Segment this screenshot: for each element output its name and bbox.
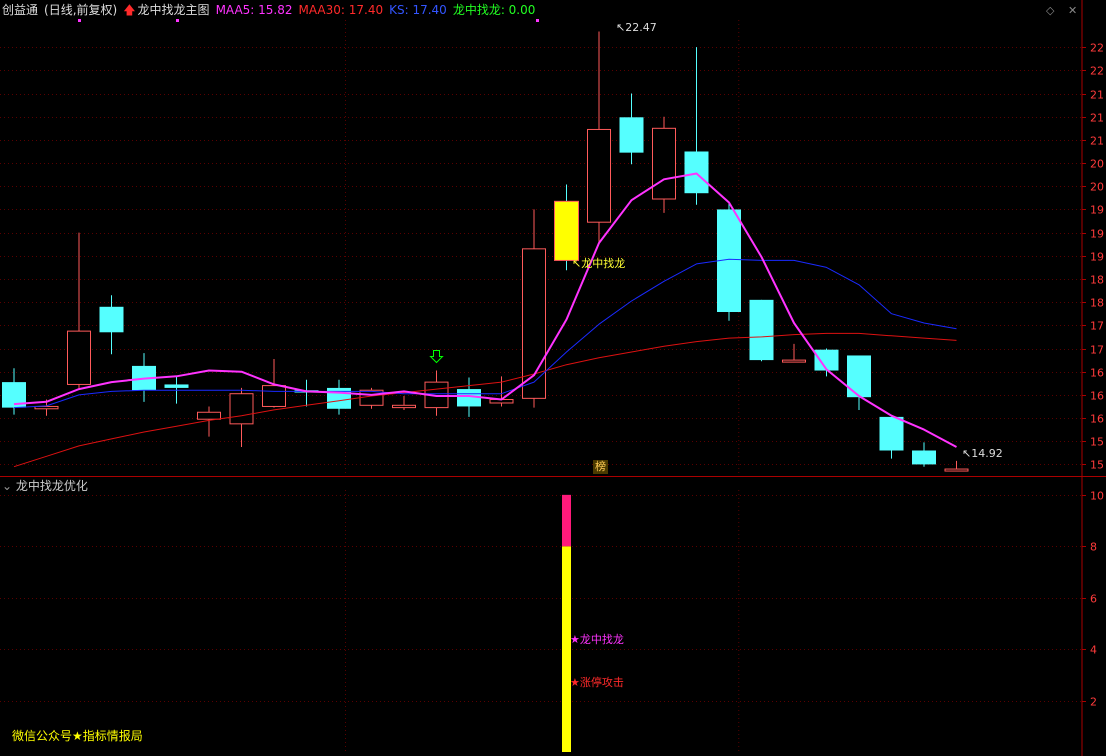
signal-text-label: ↖龙中找龙	[572, 257, 625, 271]
candle-body	[749, 299, 774, 361]
low-price-label: ↖14.92	[962, 447, 1003, 461]
y-tick-label: 2	[1090, 696, 1097, 709]
y-tick-label: 18	[1090, 297, 1104, 310]
arrow-icon: ↖	[572, 257, 582, 270]
limit-up-legend-label: ★涨停攻击	[570, 676, 624, 689]
candle-body	[392, 404, 416, 409]
signal-bar-segment	[562, 494, 571, 547]
y-tick-label: 21	[1090, 112, 1104, 125]
indicator-name: 龙中找龙主图	[137, 3, 210, 17]
stock-name: 创益通	[2, 3, 39, 17]
red-up-arrow-icon: 🡅	[123, 3, 136, 17]
sub-panel-header: ⌄ 龙中找龙优化	[2, 478, 88, 494]
candle-body-highlight	[554, 200, 579, 261]
candle-body	[587, 128, 611, 223]
marker-dot	[536, 19, 539, 22]
candle-body	[164, 384, 189, 388]
candle-body	[912, 450, 936, 465]
y-tick-label: 19	[1090, 228, 1104, 241]
candle-body	[814, 349, 839, 371]
chart-header: 创益通 (日线,前复权) 🡅 龙中找龙主图 MAA5: 15.82 MAA30: 17.4…	[2, 2, 541, 18]
chevron-down-icon[interactable]: ⌄	[2, 479, 12, 493]
dragon-legend-label: ★龙中找龙	[570, 633, 624, 646]
y-tick-label: 16	[1090, 390, 1104, 403]
signal-bar-segment	[562, 546, 571, 752]
marker-dot	[78, 19, 81, 22]
bang-text: 榜	[595, 460, 606, 473]
chart-canvas[interactable]: 1515161616171718181919192020212121222224…	[0, 0, 1106, 756]
y-tick-label: 15	[1090, 459, 1104, 472]
arrow-icon: ↖	[616, 21, 626, 34]
y-tick-label: 19	[1090, 204, 1104, 217]
y-tick-label: 18	[1090, 274, 1104, 287]
y-tick-label: 20	[1090, 158, 1104, 171]
sub-panel-title: 龙中找龙优化	[15, 479, 88, 493]
candle-body	[229, 393, 254, 425]
high-value: 22.47	[625, 21, 657, 34]
y-tick-label: 17	[1090, 344, 1104, 357]
y-tick-label: 8	[1090, 541, 1097, 554]
candle-body	[99, 306, 124, 333]
settings-diamond-icon[interactable]: ◇	[1046, 4, 1054, 17]
y-tick-label: 17	[1090, 320, 1104, 333]
low-value: 14.92	[971, 447, 1003, 460]
candle-body	[619, 117, 644, 153]
footer-credit: 微信公众号★指标情报局	[12, 729, 143, 743]
arrow-icon: ↖	[962, 447, 972, 460]
ks-readout: KS: 17.40	[389, 3, 447, 17]
y-tick-label: 20	[1090, 181, 1104, 194]
candle-body	[67, 330, 91, 385]
high-price-label: ↖22.47	[616, 21, 657, 35]
candle-body	[944, 468, 969, 472]
candle-body	[847, 355, 871, 398]
candle-body	[359, 389, 384, 406]
y-tick-label: 21	[1090, 135, 1104, 148]
period-label: (日线,前复权)	[44, 3, 118, 17]
maa30-readout: MAA30: 17.40	[298, 3, 384, 17]
marker-dot	[176, 19, 179, 22]
candle-body	[782, 359, 806, 363]
candle-body	[262, 385, 286, 407]
candle-body	[684, 151, 709, 194]
signal-readout: 龙中找龙: 0.00	[452, 3, 536, 17]
close-icon[interactable]: ✕	[1068, 4, 1077, 17]
hollow-down-arrow-icon	[429, 350, 444, 364]
maa5-line	[13, 172, 957, 448]
candle-body	[652, 127, 676, 200]
y-tick-label: 22	[1090, 65, 1104, 78]
y-tick-label: 21	[1090, 89, 1104, 102]
y-tick-label: 19	[1090, 251, 1104, 264]
y-tick-label: 10	[1090, 490, 1104, 503]
y-tick-label: 15	[1090, 436, 1104, 449]
y-tick-label: 22	[1090, 42, 1104, 55]
y-tick-label: 6	[1090, 593, 1097, 606]
y-tick-label: 4	[1090, 644, 1097, 657]
maa5-readout: MAA5: 15.82	[215, 3, 293, 17]
candle-body	[879, 416, 904, 451]
bang-badge-icon[interactable]: 榜	[593, 460, 608, 474]
y-tick-label: 16	[1090, 413, 1104, 426]
y-tick-label: 16	[1090, 367, 1104, 380]
signal-text: 龙中找龙	[581, 257, 626, 270]
candle-body	[197, 411, 221, 420]
